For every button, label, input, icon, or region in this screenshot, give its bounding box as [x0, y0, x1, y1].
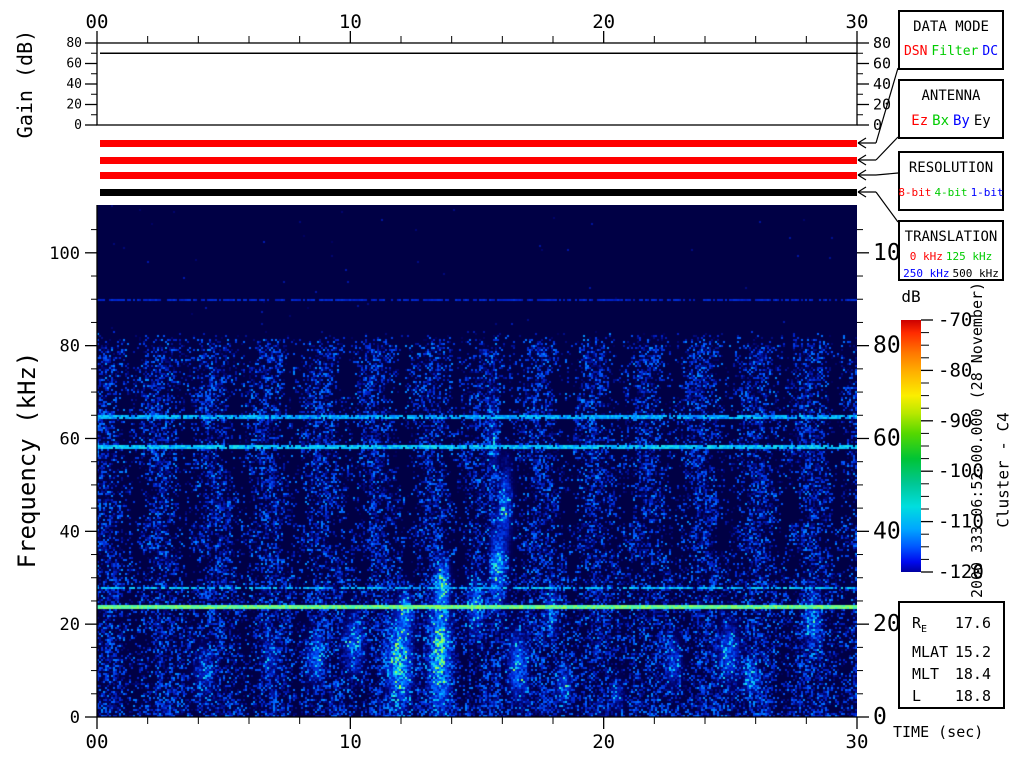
freq-tick-label-right: 20 — [873, 611, 901, 637]
freq-tick-label-right: 60 — [873, 425, 901, 451]
colorbar — [901, 320, 921, 572]
legend-connector-arrowhead — [857, 159, 867, 166]
gain-tick-label: 20 — [66, 98, 82, 113]
data-mode-title: DATA MODE — [913, 19, 989, 35]
resolution-1bit: 1-bit — [970, 186, 1004, 199]
freq-tick-label-right: 40 — [873, 518, 901, 544]
data-mode-filter: Filter — [931, 44, 979, 59]
freq-tick-label: 60 — [60, 429, 80, 449]
gain-panel-frame — [96, 42, 858, 126]
ephemeris-row-mlt: MLT 18.4 — [912, 665, 991, 683]
antenna-bar — [100, 157, 857, 164]
antenna-legend: ANTENNA Ez Bx By Ey — [898, 79, 1004, 139]
mlt-value: 18.4 — [954, 665, 991, 683]
translation-legend: TRANSLATION 0 kHz 125 kHz 250 kHz 500 kH… — [898, 220, 1004, 281]
resolution-8bit: 8-bit — [898, 186, 932, 199]
resolution-title: RESOLUTION — [908, 160, 994, 176]
translation-0khz: 0 kHz — [909, 250, 943, 263]
antenna-by: By — [953, 113, 970, 129]
antenna-ez: Ez — [911, 113, 929, 129]
data-mode-bar — [100, 140, 857, 147]
resolution-legend: RESOLUTION 8-bit 4-bit 1-bit — [898, 151, 1004, 211]
gain-tick-label-right: 0 — [873, 116, 882, 134]
antenna-title: ANTENNA — [921, 88, 981, 104]
legend-connector-arrowhead — [857, 137, 867, 144]
legend-connector-arrowhead — [857, 174, 867, 181]
l-value: 18.8 — [954, 687, 991, 705]
time-tick-label: 10 — [339, 731, 362, 753]
legend-connector — [875, 136, 899, 161]
re-value: 17.6 — [954, 614, 991, 632]
antenna-ey: Ey — [973, 113, 991, 129]
freq-tick-label-right: 80 — [873, 333, 901, 359]
gain-tick-label: 80 — [66, 36, 82, 51]
mlat-value: 15.2 — [954, 643, 991, 661]
legend-connector — [875, 191, 899, 223]
translation-bar — [100, 189, 857, 196]
legend-connector-arrowhead — [857, 142, 867, 149]
ephemeris-box: RE 17.6 MLAT 15.2 MLT 18.4 L 18.8 — [898, 601, 1005, 709]
translation-500khz: 500 kHz — [952, 267, 999, 280]
legend-connector-arrowhead — [857, 169, 867, 176]
gain-tick-label: 60 — [66, 57, 82, 72]
translation-250khz: 250 kHz — [903, 267, 950, 280]
ephemeris-row-mlat: MLAT 15.2 — [912, 643, 991, 661]
ephemeris-row-re: RE 17.6 — [912, 612, 991, 641]
freq-tick-label: 100 — [49, 244, 80, 264]
time-axis-label: TIME (sec) — [893, 723, 984, 741]
datetime-label: 2000 333 06:52:00.000 (28 November) — [968, 281, 986, 599]
time-tick-label: 30 — [846, 731, 869, 753]
gain-time-tick-label: 20 — [592, 11, 615, 33]
gain-time-tick-label: 30 — [846, 11, 869, 33]
resolution-bar — [100, 172, 857, 179]
spectrogram-canvas — [97, 205, 857, 717]
legend-connector-arrowhead — [857, 154, 867, 161]
legend-connector — [875, 172, 899, 176]
time-tick-label: 00 — [86, 731, 109, 753]
data-mode-dsn: DSN — [903, 44, 928, 59]
freq-tick-label: 40 — [60, 522, 80, 542]
freq-tick-label: 80 — [60, 337, 80, 357]
freq-axis-label: Frequency (kHz) — [13, 351, 41, 569]
spacecraft-label: Cluster - C4 — [993, 412, 1013, 528]
gain-tick-label-right: 60 — [873, 55, 891, 73]
freq-tick-label-right: 0 — [873, 704, 887, 730]
gain-tick-label-right: 80 — [873, 34, 891, 52]
gain-time-tick-label: 10 — [339, 11, 362, 33]
ephemeris-row-l: L 18.8 — [912, 687, 991, 705]
translation-title: TRANSLATION — [904, 229, 998, 245]
legend-connector — [875, 67, 899, 144]
data-mode-dc: DC — [982, 44, 999, 59]
freq-tick-label: 20 — [60, 615, 80, 635]
gain-tick-label: 0 — [74, 118, 82, 133]
resolution-4bit: 4-bit — [934, 186, 968, 199]
antenna-bx: Bx — [932, 113, 949, 129]
gain-tick-label: 40 — [66, 77, 82, 92]
colorbar-db-label: dB — [901, 287, 921, 306]
translation-125khz: 125 kHz — [945, 250, 993, 263]
gain-axis-label: Gain (dB) — [13, 29, 37, 139]
legend-connector-arrowhead — [857, 186, 867, 193]
freq-tick-label: 0 — [70, 708, 80, 728]
legend-connector-arrowhead — [857, 191, 867, 198]
data-mode-legend: DATA MODE DSN Filter DC — [898, 10, 1004, 70]
time-tick-label: 20 — [592, 731, 615, 753]
gain-tick-label-right: 40 — [873, 75, 891, 93]
gain-tick-label-right: 20 — [873, 96, 891, 114]
gain-time-tick-label: 00 — [86, 11, 109, 33]
